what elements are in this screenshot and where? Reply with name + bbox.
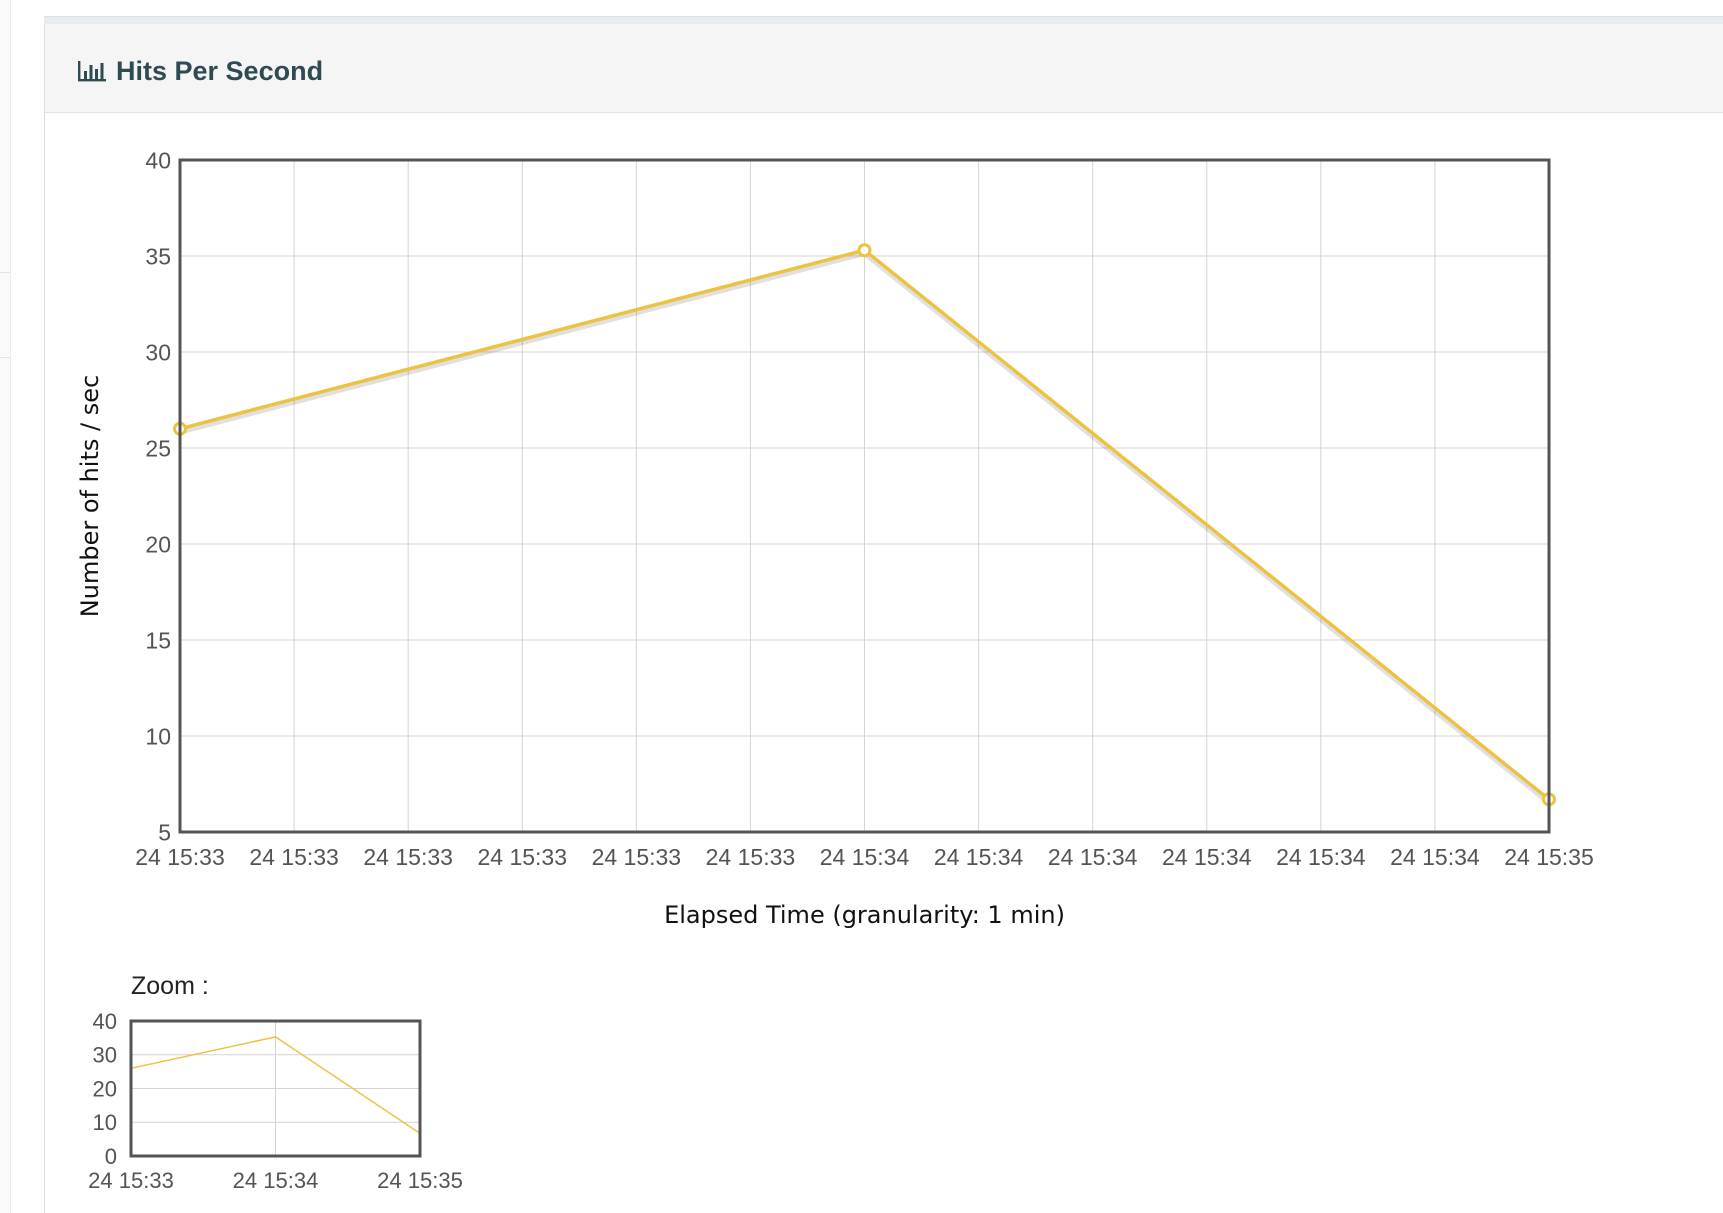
data-point	[857, 243, 872, 258]
y-tick-label: 35	[145, 243, 171, 269]
x-tick-label: 24 15:34	[1162, 844, 1252, 870]
x-tick-label: 24 15:34	[1276, 844, 1366, 870]
x-tick-label: 24 15:35	[377, 1168, 463, 1193]
y-tick-label: 5	[158, 819, 171, 845]
y-axis-title: Number of hits / sec	[76, 375, 104, 617]
x-tick-label: 24 15:33	[706, 844, 796, 870]
main-chart[interactable]: 5 10 15 20 25 30 35 40 24 15:33 24 15:33 24 15:33 2…	[76, 147, 1594, 929]
x-tick-label: 24 15:35	[1504, 844, 1594, 870]
x-tick-label: 24 15:34	[233, 1168, 319, 1193]
x-tick-label: 24 15:33	[477, 844, 567, 870]
y-tick-label: 10	[145, 723, 171, 749]
y-tick-label: 40	[145, 147, 171, 173]
charts-layer: 5 10 15 20 25 30 35 40 24 15:33 24 15:33 24 15:33 2…	[76, 147, 1594, 1193]
x-tick-label: 24 15:33	[135, 844, 225, 870]
x-tick-label: 24 15:34	[1390, 844, 1480, 870]
y-tick-label: 20	[145, 531, 171, 557]
y-tick-label: 10	[93, 1110, 117, 1135]
y-tick-label: 15	[145, 627, 171, 653]
y-tick-label: 30	[145, 339, 171, 365]
x-tick-label: 24 15:33	[88, 1168, 174, 1193]
y-tick-label: 20	[93, 1076, 117, 1101]
y-tick-label: 40	[93, 1009, 117, 1034]
x-tick-label: 24 15:33	[249, 844, 339, 870]
y-tick-label: 25	[145, 435, 171, 461]
x-tick-label: 24 15:33	[592, 844, 682, 870]
y-tick-label: 0	[105, 1144, 117, 1169]
x-tick-label: 24 15:34	[820, 844, 910, 870]
x-tick-label: 24 15:34	[934, 844, 1024, 870]
y-tick-label: 30	[93, 1043, 117, 1068]
x-tick-label: 24 15:34	[1048, 844, 1138, 870]
x-axis-title: Elapsed Time (granularity: 1 min)	[664, 901, 1065, 929]
x-tick-label: 24 15:33	[363, 844, 453, 870]
page: Hits Per Second Zoom : 5 10 15 20 25 30 35 40 24…	[0, 0, 1723, 1213]
zoom-overview-chart[interactable]: 0 10 20 30 40 24 15:33 24 15:34 24 15:35	[88, 1009, 463, 1193]
